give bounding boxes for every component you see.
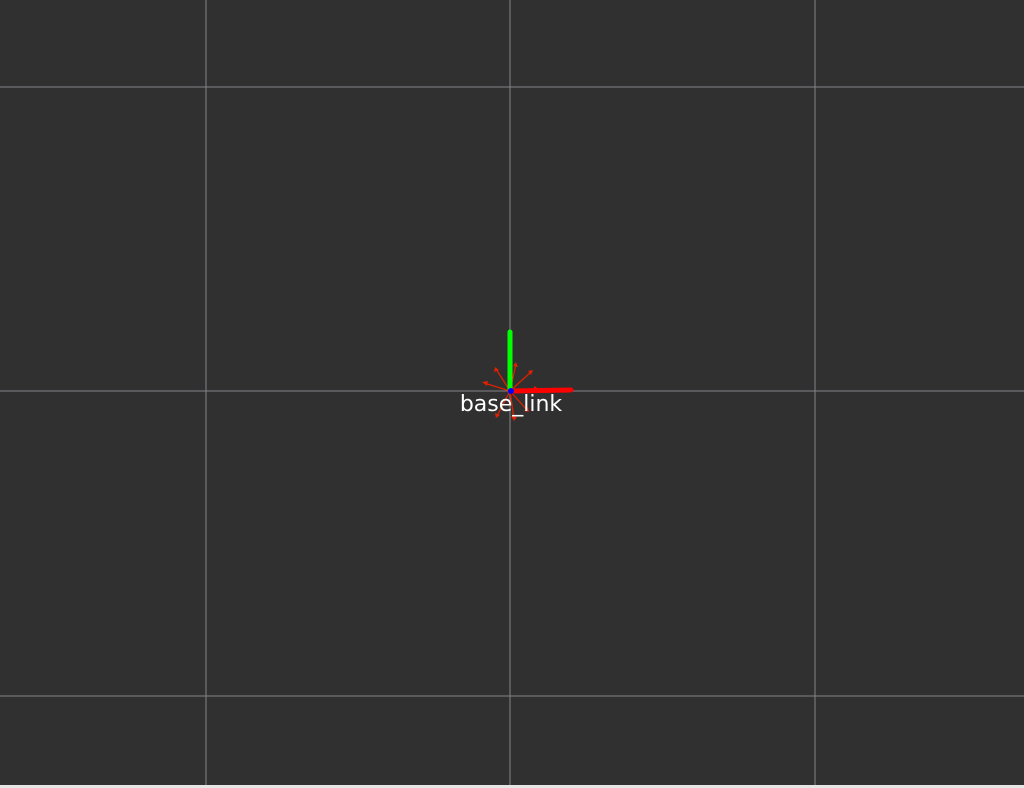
x-axis-red	[507, 387, 574, 394]
tf-arrowhead	[513, 362, 518, 367]
frame-label: base_link	[460, 392, 563, 417]
tf-arrowhead	[494, 367, 499, 372]
3d-viewport[interactable]: base_link	[0, 0, 1024, 785]
tf-frame-base-link[interactable]: base_link	[460, 329, 574, 421]
tf-arrowhead	[482, 381, 488, 386]
viewport-canvas[interactable]: base_link	[0, 0, 1024, 785]
